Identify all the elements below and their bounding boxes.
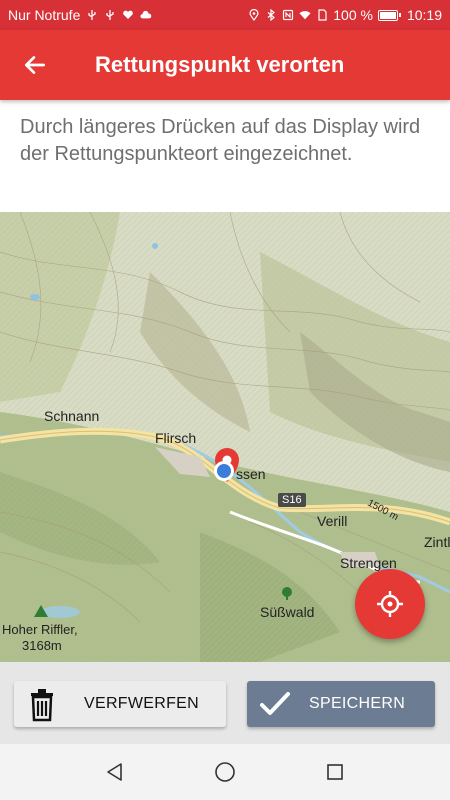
save-button[interactable]: SPEICHERN <box>247 681 435 727</box>
map-label-zintl: Zintl <box>424 534 450 550</box>
map-label-ssen: ssen <box>236 466 266 482</box>
map-label-suesswald: Süßwald <box>260 604 315 620</box>
usb-debug-icon <box>104 8 116 22</box>
system-nav-bar <box>0 744 450 800</box>
save-button-label: SPEICHERN <box>309 695 406 712</box>
back-button[interactable] <box>0 30 70 100</box>
instruction-text: Durch längeres Drücken auf das Display w… <box>0 100 450 212</box>
locate-me-button[interactable] <box>355 569 425 639</box>
status-bar: Nur Notrufe 100 % 10:19 <box>0 0 450 30</box>
nfc-icon <box>282 8 294 22</box>
location-icon <box>248 8 260 22</box>
map-label-schnann: Schnann <box>44 408 100 424</box>
app-bar: Rettungspunkt verorten <box>0 30 450 100</box>
bluetooth-icon <box>265 8 277 22</box>
cloud-icon <box>140 8 152 22</box>
nav-recents-icon <box>327 764 343 780</box>
crosshair-icon <box>377 591 403 617</box>
nav-back-button[interactable] <box>95 752 135 792</box>
screen: Nur Notrufe 100 % 10:19 Rettungspunkt ve… <box>0 0 450 800</box>
page-title: Rettungspunkt verorten <box>95 52 345 77</box>
trash-icon <box>14 686 70 722</box>
nav-recents-button[interactable] <box>315 752 355 792</box>
discard-button[interactable]: VERFWERFEN <box>14 681 226 727</box>
nav-home-icon <box>215 762 235 782</box>
discard-button-label: VERFWERFEN <box>84 695 199 712</box>
nav-back-icon <box>107 763 122 781</box>
clock: 10:19 <box>406 7 442 23</box>
battery-icon <box>377 9 401 21</box>
wifi-icon <box>299 8 311 22</box>
health-icon <box>122 8 134 22</box>
arrow-back-icon <box>24 56 46 74</box>
usb-icon <box>86 8 98 22</box>
map-label-peak-name: Hoher Riffler, <box>2 622 78 637</box>
map-label-peak-elevation: 3168m <box>22 638 62 653</box>
map-label-flirsch: Flirsch <box>155 430 197 446</box>
sim-icon <box>316 8 328 22</box>
carrier-text: Nur Notrufe <box>8 7 81 23</box>
battery-percent: 100 % <box>333 7 373 23</box>
nav-home-button[interactable] <box>205 752 245 792</box>
checkmark-icon <box>247 690 303 718</box>
road-badge-s16: S16 <box>278 493 306 507</box>
action-bar: VERFWERFEN SPEICHERN <box>0 662 450 744</box>
map-label-verill: Verill <box>317 513 348 529</box>
